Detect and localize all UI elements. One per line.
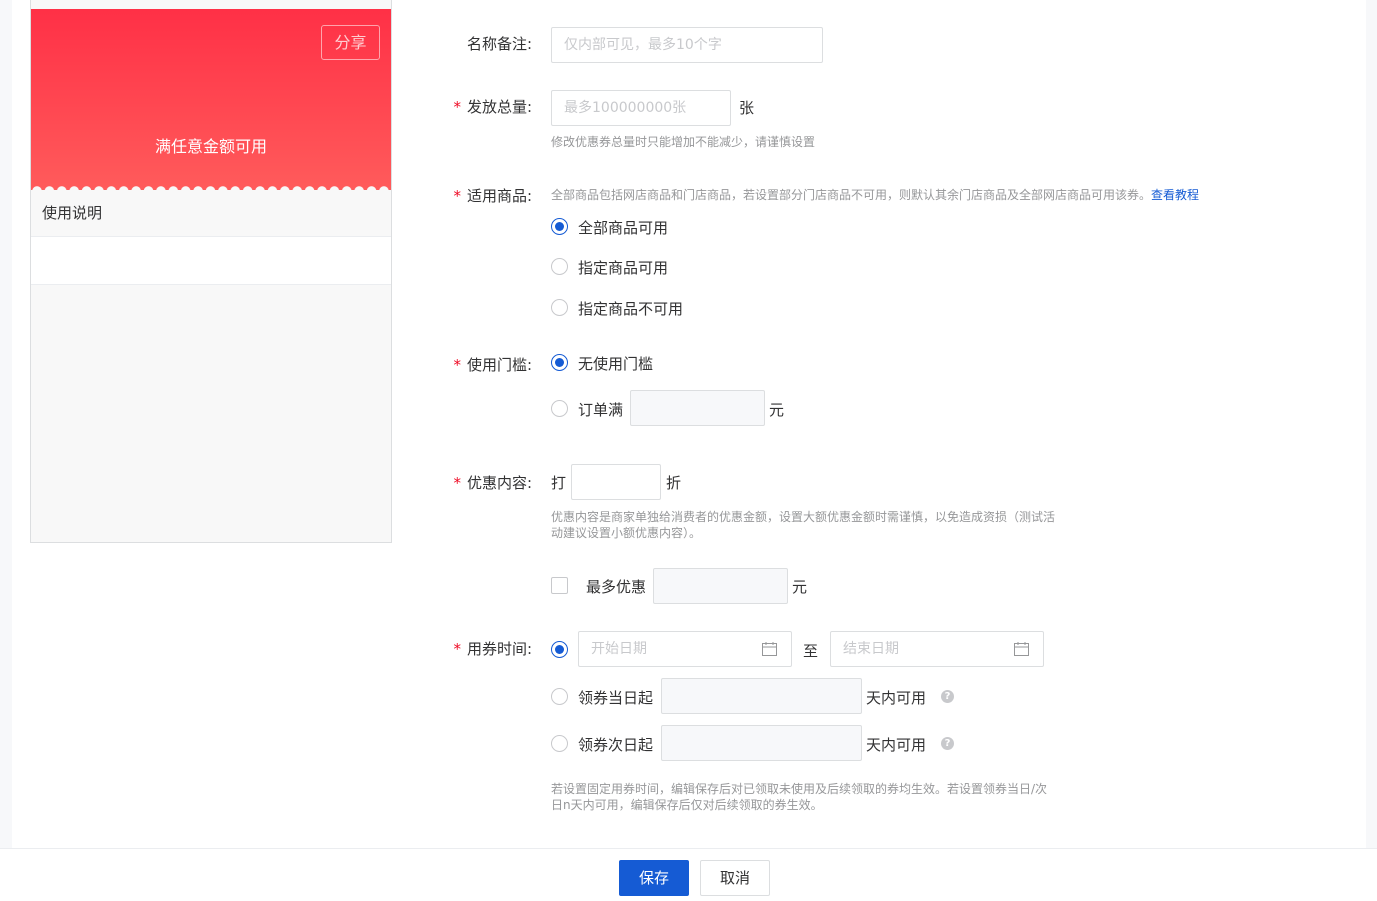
discount-suffix: 折 — [666, 474, 682, 492]
total-label: * 发放总量: — [453, 98, 532, 116]
time-fixed-radio[interactable] — [551, 641, 568, 658]
calendar-icon — [762, 642, 777, 656]
cancel-button[interactable]: 取消 — [700, 860, 770, 896]
time-help: 若设置固定用券时间，编辑保存后对已领取未使用及后续领取的券均生效。若设置领券当日… — [551, 782, 1048, 812]
goods-help: 全部商品包括网店商品和门店商品，若设置部分门店商品不可用，则默认其余门店商品及全… — [551, 188, 1200, 202]
total-input[interactable] — [551, 90, 731, 126]
time-next-day-label[interactable]: 领券次日起 — [578, 734, 653, 755]
start-date-input[interactable]: 开始日期 — [578, 631, 792, 667]
discount-prefix: 打 — [551, 474, 567, 492]
max-discount-input[interactable] — [653, 568, 788, 604]
threshold-amount-input[interactable] — [630, 390, 765, 426]
bottom-action-bar: 保存 取消 — [0, 848, 1377, 901]
coupon-description: 满任意金额可用 — [154, 137, 267, 156]
goods-option-specified-label[interactable]: 指定商品可用 — [578, 257, 668, 278]
max-discount-checkbox[interactable] — [551, 577, 568, 594]
threshold-label: * 使用门槛: — [453, 356, 532, 374]
next-day-suffix: 天内可用 — [866, 736, 927, 754]
view-tutorial-link[interactable]: 查看教程 — [1151, 188, 1199, 202]
time-next-day-radio[interactable] — [551, 735, 568, 752]
goods-option-all-label[interactable]: 全部商品可用 — [578, 217, 668, 238]
discount-help: 优惠内容是商家单独给消费者的优惠金额，设置大额优惠金额时需谨慎，以免造成资损（测… — [551, 510, 1056, 540]
goods-option-specified-radio[interactable] — [551, 258, 568, 275]
time-same-day-radio[interactable] — [551, 688, 568, 705]
calendar-icon — [1014, 642, 1029, 656]
total-unit: 张 — [739, 99, 755, 117]
time-label: * 用券时间: — [453, 640, 532, 658]
usage-body — [31, 237, 391, 285]
name-remark-input[interactable] — [551, 27, 823, 63]
goods-option-all-radio[interactable] — [551, 218, 568, 235]
max-discount-label: 最多优惠 — [586, 578, 647, 596]
start-date-placeholder: 开始日期 — [591, 641, 647, 657]
time-same-day-label[interactable]: 领券当日起 — [578, 687, 653, 708]
threshold-order-radio[interactable] — [551, 400, 568, 417]
next-day-days-input[interactable] — [661, 725, 862, 761]
total-help: 修改优惠券总量时只能增加不能减少，请谨慎设置 — [551, 135, 816, 149]
same-day-suffix: 天内可用 — [866, 689, 927, 707]
discount-label: * 优惠内容: — [453, 474, 532, 492]
end-date-placeholder: 结束日期 — [843, 641, 899, 657]
goods-option-excluded-label[interactable]: 指定商品不可用 — [578, 298, 683, 319]
discount-rate-input[interactable] — [571, 464, 661, 500]
name-remark-label: 名称备注: — [466, 35, 532, 53]
goods-option-excluded-radio[interactable] — [551, 299, 568, 316]
question-icon[interactable]: ? — [941, 737, 954, 750]
coupon-preview: 分享 满任意金额可用 使用说明 — [30, 0, 392, 543]
threshold-order-label[interactable]: 订单满 — [578, 399, 623, 420]
threshold-none-radio[interactable] — [551, 354, 568, 371]
save-button[interactable]: 保存 — [619, 860, 689, 896]
threshold-none-label[interactable]: 无使用门槛 — [578, 353, 653, 374]
max-discount-unit: 元 — [792, 578, 808, 596]
threshold-unit: 元 — [769, 401, 785, 419]
question-icon[interactable]: ? — [941, 690, 954, 703]
goods-label: * 适用商品: — [453, 187, 532, 205]
end-date-input[interactable]: 结束日期 — [830, 631, 1044, 667]
date-range-separator: 至 — [803, 642, 819, 660]
same-day-days-input[interactable] — [661, 678, 862, 714]
